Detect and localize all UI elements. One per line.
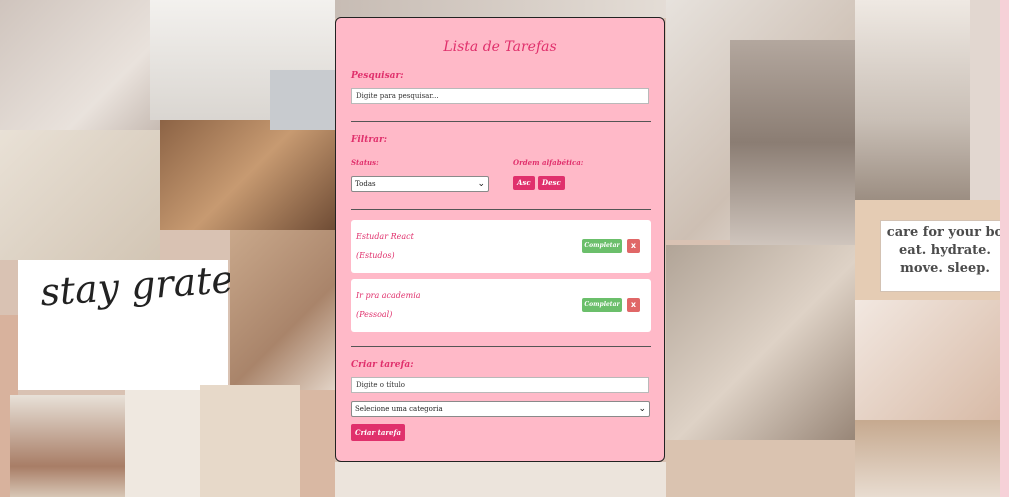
collage-photo-mirror bbox=[666, 245, 856, 465]
delete-task-button[interactable]: x bbox=[627, 239, 640, 253]
collage-photo-building bbox=[730, 40, 855, 245]
collage-strip-2 bbox=[300, 390, 335, 497]
category-select-value: Selecione uma categoria bbox=[355, 405, 443, 413]
collage-photo-cards bbox=[0, 130, 160, 260]
collage-photo-arch bbox=[855, 420, 1009, 497]
divider bbox=[351, 209, 651, 210]
status-label: Status: bbox=[351, 158, 379, 167]
sort-asc-button[interactable]: Asc bbox=[513, 176, 535, 190]
task-item: Ir pra academia (Pessoal) Completar x bbox=[351, 279, 651, 332]
collage-photo-lipsticks bbox=[855, 300, 1009, 420]
create-label: Criar tarefa: bbox=[351, 360, 414, 370]
poster-line-1: care for your bo bbox=[886, 225, 1004, 240]
collage-photo-livingroom bbox=[855, 0, 970, 200]
status-select[interactable]: Todas ⌄ bbox=[351, 176, 489, 192]
sort-label: Ordem alfabética: bbox=[513, 158, 584, 167]
collage-photo-coffee bbox=[230, 230, 335, 390]
collage-photo-beach bbox=[10, 395, 125, 497]
complete-task-button[interactable]: Completar bbox=[582, 239, 622, 253]
collage-photo-landscape bbox=[270, 70, 335, 130]
task-name: Estudar React bbox=[356, 232, 414, 241]
poster-line-3: move. sleep. bbox=[900, 261, 990, 276]
complete-task-button[interactable]: Completar bbox=[582, 298, 622, 312]
chevron-down-icon: ⌄ bbox=[477, 179, 485, 189]
search-input[interactable]: Digite para pesquisar... bbox=[351, 88, 649, 104]
collage-photo-money bbox=[160, 120, 335, 230]
task-category: (Pessoal) bbox=[356, 310, 393, 319]
page-title: Lista de Tarefas bbox=[443, 39, 557, 55]
sort-desc-button[interactable]: Desc bbox=[538, 176, 565, 190]
filter-label: Filtrar: bbox=[351, 135, 388, 145]
todo-card: Lista de Tarefas Pesquisar: Digite para … bbox=[335, 17, 665, 462]
task-name: Ir pra academia bbox=[356, 291, 421, 300]
chevron-down-icon: ⌄ bbox=[638, 404, 646, 414]
divider bbox=[351, 121, 651, 122]
search-label: Pesquisar: bbox=[351, 71, 404, 81]
collage-bottom-strip bbox=[335, 462, 670, 497]
create-task-button[interactable]: Criar tarefa bbox=[351, 424, 406, 441]
collage-line-art bbox=[200, 385, 300, 497]
collage-photo-white bbox=[125, 390, 205, 497]
category-select[interactable]: Selecione uma categoria ⌄ bbox=[351, 401, 650, 417]
task-category: (Estudos) bbox=[356, 251, 395, 260]
poster-line-2: eat. hydrate. bbox=[899, 243, 991, 258]
collage-photo-fabric bbox=[666, 440, 855, 497]
collage-poster-text: care for your bo eat. hydrate. move. sle… bbox=[886, 224, 1004, 278]
page-scroll-edge bbox=[1000, 0, 1009, 497]
delete-task-button[interactable]: x bbox=[627, 298, 640, 312]
divider bbox=[351, 346, 651, 347]
task-title-input[interactable]: Digite o título bbox=[351, 377, 649, 393]
collage-top-strip bbox=[335, 0, 670, 18]
task-item: Estudar React (Estudos) Completar x bbox=[351, 220, 651, 273]
status-select-value: Todas bbox=[355, 180, 376, 188]
